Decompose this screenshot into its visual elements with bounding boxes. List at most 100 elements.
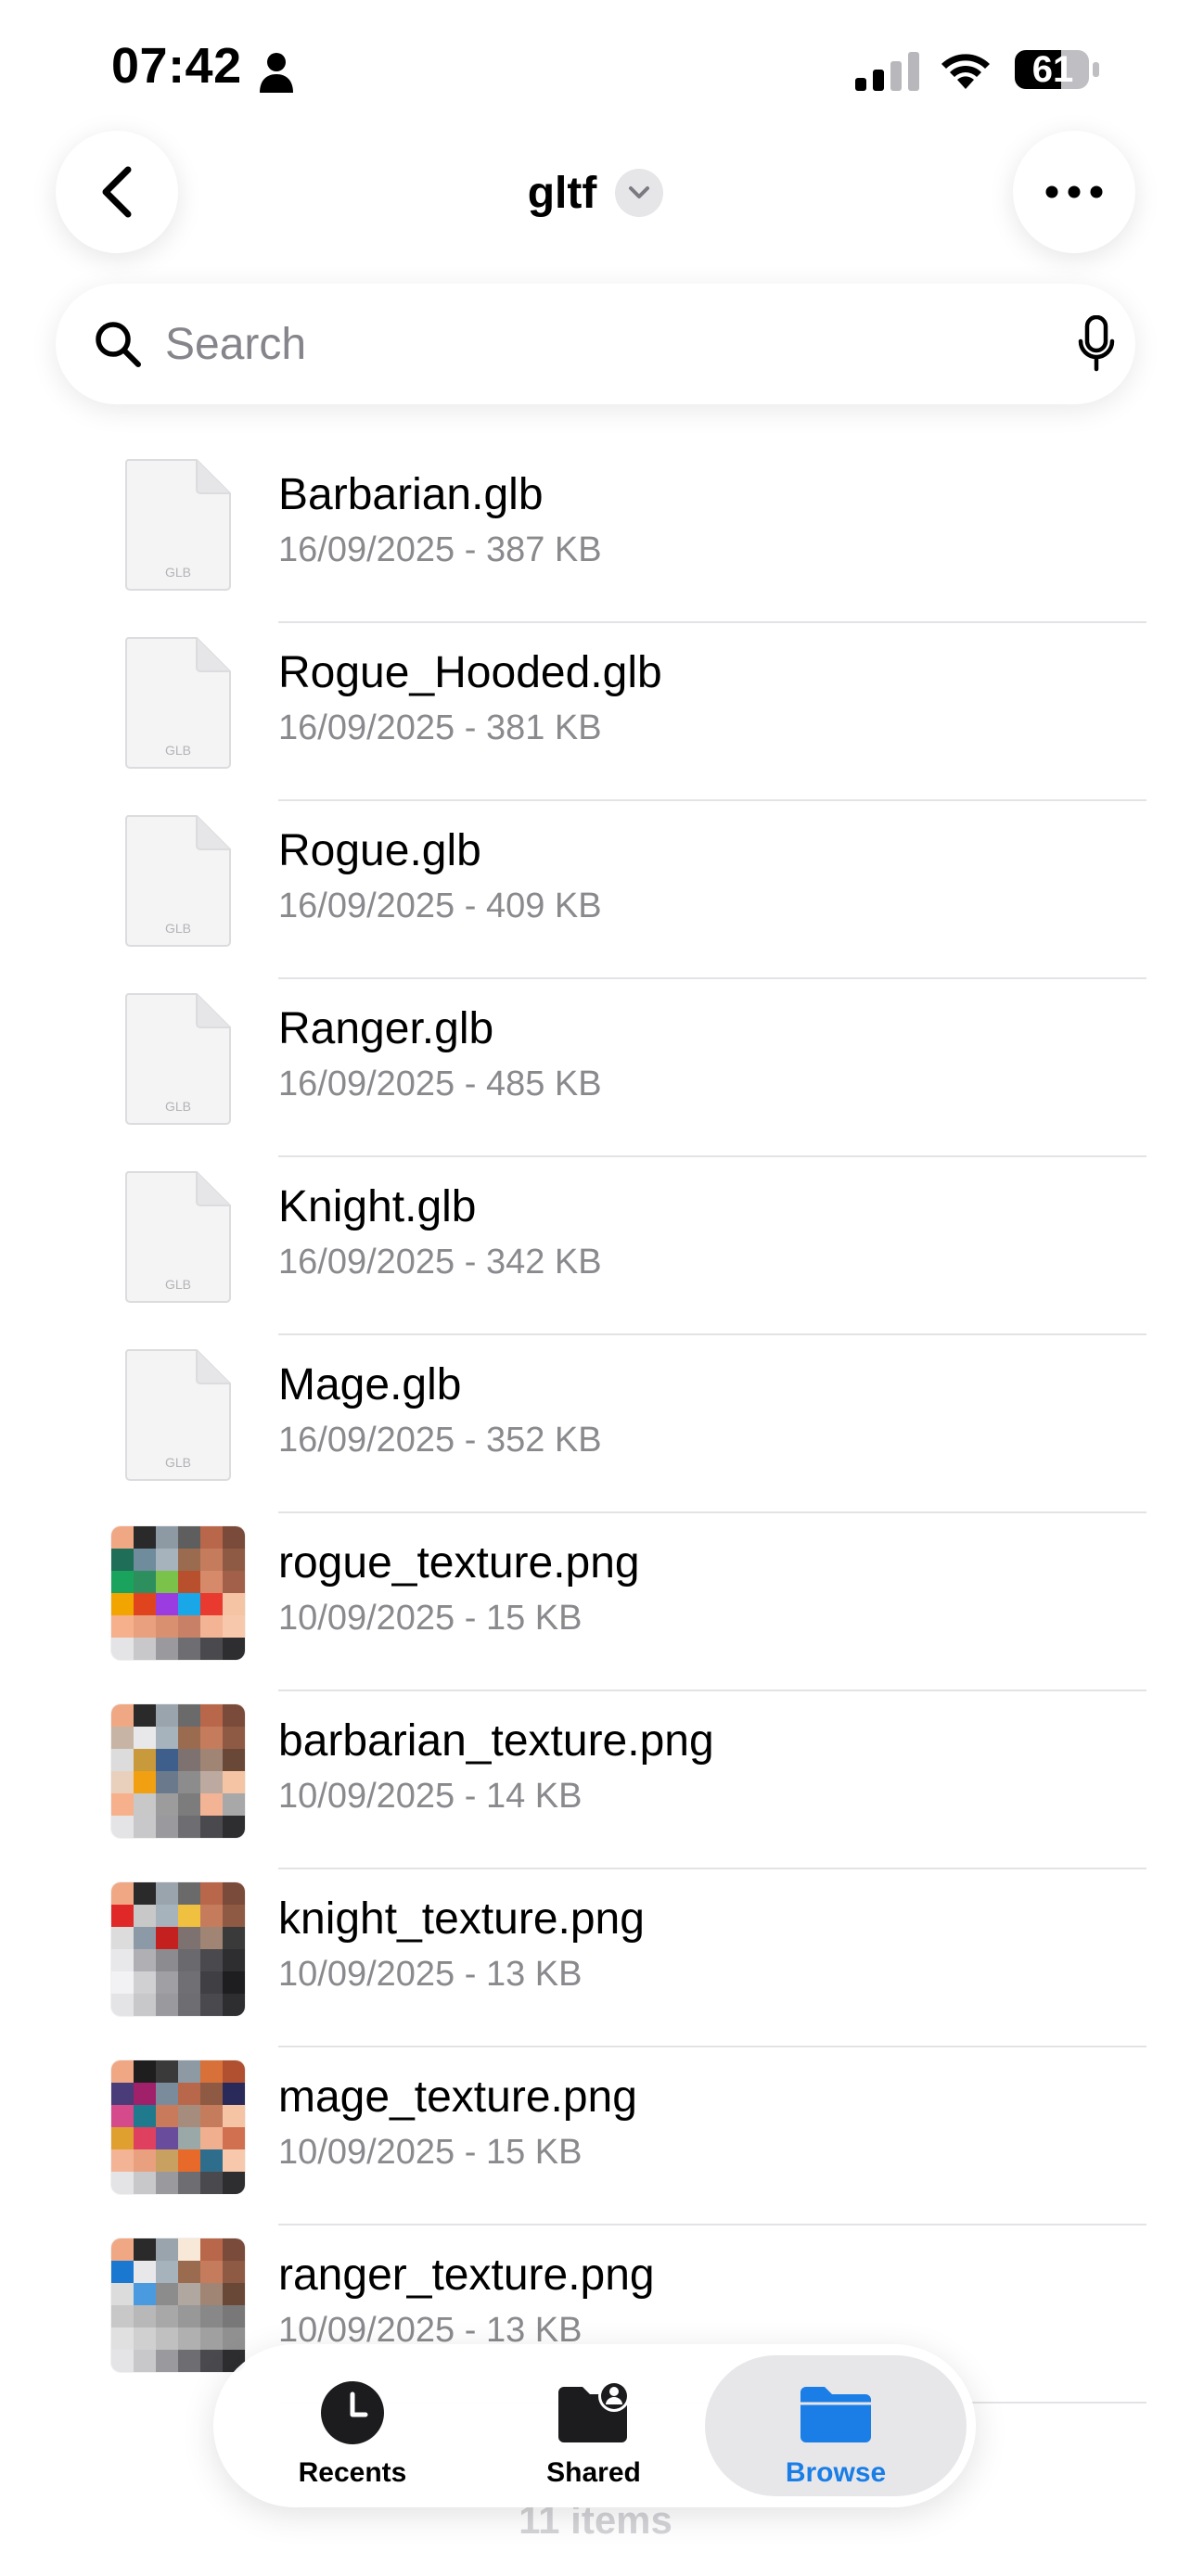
texture-swatch — [134, 2149, 156, 2172]
tab-browse[interactable]: Browse — [705, 2355, 967, 2496]
texture-swatch — [134, 1927, 156, 1949]
texture-swatch — [111, 1905, 134, 1927]
texture-swatch — [156, 2305, 178, 2327]
file-row[interactable]: GLB Knight.glb 16/09/2025 - 342 KB — [0, 1157, 1191, 1335]
texture-swatch — [223, 1615, 245, 1638]
texture-swatch — [156, 1571, 178, 1593]
texture-swatch — [200, 2261, 223, 2283]
file-row[interactable]: GLB Ranger.glb 16/09/2025 - 485 KB — [0, 979, 1191, 1157]
texture-swatch — [111, 1727, 134, 1749]
file-row[interactable]: GLB Rogue.glb 16/09/2025 - 409 KB — [0, 801, 1191, 979]
texture-swatch — [111, 1882, 134, 1905]
texture-swatch — [200, 2060, 223, 2083]
texture-swatch — [134, 2060, 156, 2083]
texture-swatch — [134, 1549, 156, 1571]
texture-thumbnail — [111, 1526, 245, 1660]
svg-text:GLB: GLB — [165, 1099, 191, 1114]
tab-label: Browse — [785, 2457, 887, 2488]
file-name: Knight.glb — [278, 1182, 477, 1231]
texture-swatch — [178, 1749, 200, 1771]
texture-swatch — [223, 2127, 245, 2149]
chevron-left-icon — [102, 166, 132, 218]
texture-swatch — [134, 1727, 156, 1749]
file-row[interactable]: GLB Barbarian.glb 16/09/2025 - 387 KB — [0, 445, 1191, 623]
texture-swatch — [223, 1882, 245, 1905]
texture-swatch — [200, 2305, 223, 2327]
back-button[interactable] — [56, 131, 178, 253]
texture-swatch — [111, 1793, 134, 1816]
texture-swatch — [134, 2261, 156, 2283]
glb-document-icon: GLB — [124, 1171, 231, 1303]
texture-swatch — [156, 1593, 178, 1615]
ellipsis-icon — [1045, 185, 1103, 198]
texture-swatch — [200, 2327, 223, 2350]
texture-swatch — [134, 1882, 156, 1905]
texture-swatch — [178, 2172, 200, 2194]
battery-level: 61 — [1031, 49, 1074, 90]
texture-swatch — [156, 2238, 178, 2261]
texture-swatch — [111, 2283, 134, 2305]
file-name: knight_texture.png — [278, 1894, 645, 1944]
file-row[interactable]: rogue_texture.png 10/09/2025 - 15 KB — [0, 1513, 1191, 1691]
search-input[interactable] — [165, 312, 1000, 376]
texture-swatch — [134, 1615, 156, 1638]
file-row[interactable]: GLB Rogue_Hooded.glb 16/09/2025 - 381 KB — [0, 623, 1191, 801]
texture-swatch — [134, 1638, 156, 1660]
svg-text:GLB: GLB — [165, 921, 191, 936]
file-meta: 16/09/2025 - 409 KB — [278, 886, 602, 925]
texture-swatch — [223, 1571, 245, 1593]
tab-label: Recents — [298, 2457, 407, 2488]
file-row[interactable]: mage_texture.png 10/09/2025 - 15 KB — [0, 2047, 1191, 2225]
texture-swatch — [223, 2305, 245, 2327]
texture-swatch — [111, 1615, 134, 1638]
texture-swatch — [111, 2149, 134, 2172]
texture-swatch — [223, 1549, 245, 1571]
texture-swatch — [111, 1593, 134, 1615]
texture-swatch — [178, 2127, 200, 2149]
file-list: GLB Barbarian.glb 16/09/2025 - 387 KB GL… — [0, 445, 1191, 2404]
microphone-icon[interactable] — [1078, 315, 1115, 373]
texture-swatch — [223, 1526, 245, 1549]
file-row[interactable]: GLB Mage.glb 16/09/2025 - 352 KB — [0, 1335, 1191, 1513]
file-meta: 10/09/2025 - 14 KB — [278, 1777, 583, 1816]
file-meta: 10/09/2025 - 15 KB — [278, 1599, 583, 1638]
texture-swatch — [223, 1816, 245, 1838]
file-meta: 16/09/2025 - 381 KB — [278, 708, 602, 747]
glb-document-icon: GLB — [124, 459, 231, 591]
glb-document-icon: GLB — [124, 815, 231, 947]
texture-swatch — [223, 1905, 245, 1927]
texture-swatch — [200, 1571, 223, 1593]
more-options-button[interactable] — [1013, 131, 1135, 253]
texture-swatch — [223, 1949, 245, 1971]
svg-text:GLB: GLB — [165, 565, 191, 580]
texture-swatch — [156, 1994, 178, 2016]
file-row[interactable]: barbarian_texture.png 10/09/2025 - 14 KB — [0, 1691, 1191, 1869]
svg-text:GLB: GLB — [165, 743, 191, 758]
search-bar[interactable] — [56, 284, 1135, 404]
texture-swatch — [200, 1593, 223, 1615]
folder-title-menu[interactable]: gltf — [445, 158, 746, 228]
texture-swatch — [156, 1615, 178, 1638]
file-row[interactable]: knight_texture.png 10/09/2025 - 13 KB — [0, 1869, 1191, 2047]
texture-swatch — [156, 1549, 178, 1571]
texture-swatch — [156, 2149, 178, 2172]
texture-swatch — [223, 2261, 245, 2283]
texture-swatch — [200, 1905, 223, 1927]
texture-swatch — [111, 1816, 134, 1838]
texture-swatch — [178, 1882, 200, 1905]
texture-swatch — [134, 2305, 156, 2327]
texture-swatch — [111, 1927, 134, 1949]
texture-swatch — [156, 1771, 178, 1793]
texture-swatch — [223, 1971, 245, 1994]
texture-swatch — [200, 1949, 223, 1971]
texture-swatch — [134, 1971, 156, 1994]
tab-shared[interactable]: Shared — [482, 2344, 705, 2507]
texture-swatch — [156, 1949, 178, 1971]
texture-swatch — [200, 2083, 223, 2105]
texture-swatch — [156, 1638, 178, 1660]
file-name: Rogue_Hooded.glb — [278, 648, 662, 697]
texture-swatch — [178, 2305, 200, 2327]
texture-swatch — [111, 1549, 134, 1571]
tab-recents[interactable]: Recents — [241, 2344, 464, 2507]
texture-swatch — [134, 1526, 156, 1549]
